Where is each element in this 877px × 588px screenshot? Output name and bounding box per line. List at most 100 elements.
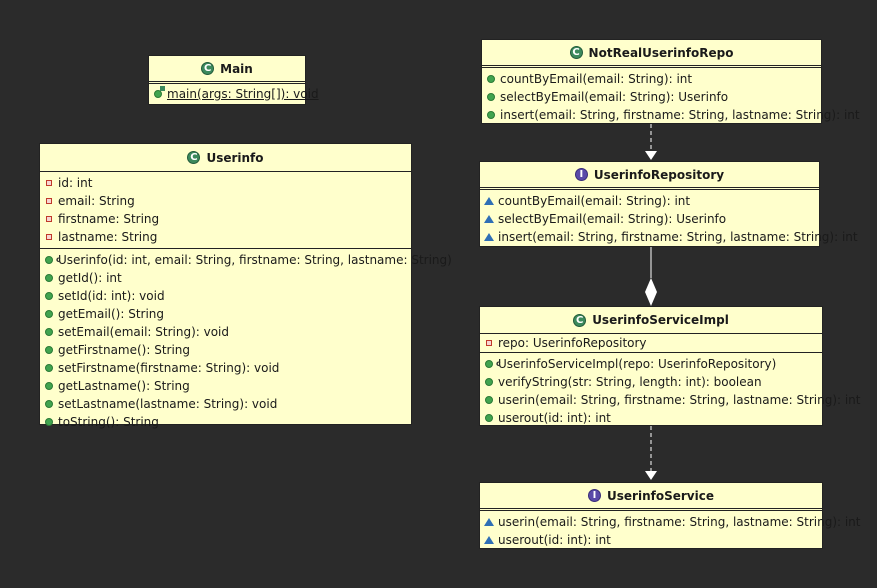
method-signature: verifyString(str: String, length: int): … xyxy=(498,375,762,389)
interface-userinfoservice[interactable]: I UserinfoService userin(email: String, … xyxy=(479,482,861,551)
method-row[interactable]: getLastname(): String xyxy=(40,377,411,395)
abstract-method-icon xyxy=(480,536,498,544)
public-method-icon xyxy=(40,292,58,300)
interface-icon: I xyxy=(588,489,602,502)
abstract-method-icon xyxy=(480,233,498,241)
method-signature: userout(id: int): int xyxy=(498,411,611,425)
method-row[interactable]: selectByEmail(email: String): Userinfo xyxy=(480,210,819,228)
method-signature: countByEmail(email: String): int xyxy=(500,72,693,86)
public-method-icon xyxy=(40,382,58,390)
methods-section: Userinfo(id: int, email: String, firstna… xyxy=(40,249,452,433)
method-signature: countByEmail(email: String): int xyxy=(498,194,691,208)
method-row[interactable]: Userinfo(id: int, email: String, firstna… xyxy=(40,251,452,269)
interface-repository-header: I UserinfoRepository xyxy=(480,162,819,190)
method-row[interactable]: main(args: String[]): void xyxy=(149,85,319,103)
interface-name: UserinfoService xyxy=(607,488,714,503)
public-method-icon xyxy=(480,378,498,386)
method-signature: setId(id: int): void xyxy=(58,289,165,303)
method-row[interactable]: userout(id: int): int xyxy=(480,409,822,427)
field-signature: id: int xyxy=(58,176,93,190)
public-method-icon xyxy=(40,400,58,408)
methods-section: UserinfoServiceImpl(repo: UserinfoReposi… xyxy=(480,353,861,429)
public-method-icon xyxy=(480,396,498,404)
methods-section: main(args: String[]): void xyxy=(149,84,319,105)
method-row[interactable]: countByEmail(email: String): int xyxy=(480,192,819,210)
method-row[interactable]: userin(email: String, firstname: String,… xyxy=(480,391,861,409)
class-userinfo[interactable]: C Userinfo id: int email: String firstna… xyxy=(39,143,452,429)
method-signature: userout(id: int): int xyxy=(498,533,611,547)
public-method-icon xyxy=(482,75,500,83)
interface-service-header: I UserinfoService xyxy=(480,483,822,511)
method-row[interactable]: userout(id: int): int xyxy=(480,531,822,549)
public-method-icon xyxy=(482,93,500,101)
method-signature: insert(email: String, firstname: String,… xyxy=(500,108,860,122)
methods-section: countByEmail(email: String): int selectB… xyxy=(482,68,860,126)
class-name: UserinfoServiceImpl xyxy=(592,313,729,327)
public-method-icon xyxy=(40,346,58,354)
method-row[interactable]: selectByEmail(email: String): Userinfo xyxy=(482,88,821,106)
method-signature: selectByEmail(email: String): Userinfo xyxy=(500,90,729,104)
private-field-icon xyxy=(40,180,58,186)
method-row[interactable]: setEmail(email: String): void xyxy=(40,323,411,341)
public-method-icon xyxy=(480,414,498,422)
public-method-icon xyxy=(40,418,58,426)
method-row[interactable]: toString(): String xyxy=(40,413,411,431)
composition-repository-serviceimpl xyxy=(645,247,657,306)
class-name: NotRealUserinfoRepo xyxy=(588,45,734,60)
method-row[interactable]: insert(email: String, firstname: String,… xyxy=(480,228,858,246)
field-signature: firstname: String xyxy=(58,212,160,226)
method-row[interactable]: setLastname(lastname: String): void xyxy=(40,395,411,413)
method-signature: toString(): String xyxy=(58,415,159,429)
class-serviceimpl-header: C UserinfoServiceImpl xyxy=(480,307,822,334)
method-signature: getFirstname(): String xyxy=(58,343,191,357)
field-row[interactable]: lastname: String xyxy=(40,228,411,246)
class-notreal-header: C NotRealUserinfoRepo xyxy=(482,40,821,68)
method-row[interactable]: getEmail(): String xyxy=(40,305,411,323)
method-row[interactable]: verifyString(str: String, length: int): … xyxy=(480,373,822,391)
field-row[interactable]: repo: UserinfoRepository xyxy=(480,334,822,352)
private-field-icon xyxy=(480,340,498,346)
method-signature: setLastname(lastname: String): void xyxy=(58,397,278,411)
method-row[interactable]: UserinfoServiceImpl(repo: UserinfoReposi… xyxy=(480,355,822,373)
abstract-method-icon xyxy=(480,197,498,205)
field-signature: email: String xyxy=(58,194,135,208)
class-name: Main xyxy=(220,61,253,76)
class-icon: C xyxy=(573,313,587,327)
interface-userinforepository[interactable]: I UserinfoRepository countByEmail(email:… xyxy=(479,161,858,247)
method-row[interactable]: setId(id: int): void xyxy=(40,287,411,305)
method-signature: userin(email: String, firstname: String,… xyxy=(498,393,861,407)
method-signature: userin(email: String, firstname: String,… xyxy=(498,515,861,529)
constructor-icon xyxy=(480,355,501,373)
field-row[interactable]: firstname: String xyxy=(40,210,411,228)
method-signature: insert(email: String, firstname: String,… xyxy=(498,230,858,244)
field-signature: lastname: String xyxy=(58,230,158,244)
public-method-icon xyxy=(40,328,58,336)
method-row[interactable]: userin(email: String, firstname: String,… xyxy=(480,513,861,531)
field-row[interactable]: email: String xyxy=(40,192,411,210)
constructor-icon xyxy=(40,251,61,269)
method-row[interactable]: getId(): int xyxy=(40,269,411,287)
method-signature: Userinfo(id: int, email: String, firstna… xyxy=(58,253,452,267)
private-field-icon xyxy=(40,198,58,204)
class-name: Userinfo xyxy=(206,150,264,165)
interface-icon: I xyxy=(574,168,588,181)
class-userinfo-header: C Userinfo xyxy=(40,144,411,172)
method-signature: getId(): int xyxy=(58,271,122,285)
method-signature: UserinfoServiceImpl(repo: UserinfoReposi… xyxy=(498,357,777,371)
class-userinfoserviceimpl[interactable]: C UserinfoServiceImpl repo: UserinfoRepo… xyxy=(479,306,861,429)
method-row[interactable]: setFirstname(firstname: String): void xyxy=(40,359,411,377)
method-row[interactable]: getFirstname(): String xyxy=(40,341,411,359)
class-notrealuserinforepo[interactable]: C NotRealUserinfoRepo countByEmail(email… xyxy=(481,39,860,126)
method-signature: getLastname(): String xyxy=(58,379,190,393)
method-row[interactable]: countByEmail(email: String): int xyxy=(482,70,821,88)
private-field-icon xyxy=(40,234,58,240)
method-signature: getEmail(): String xyxy=(58,307,165,321)
method-row[interactable]: insert(email: String, firstname: String,… xyxy=(482,106,860,124)
method-signature: setFirstname(firstname: String): void xyxy=(58,361,280,375)
static-method-icon xyxy=(149,86,167,98)
field-row[interactable]: id: int xyxy=(40,174,411,192)
class-main[interactable]: C Main main(args: String[]): void xyxy=(148,55,319,105)
methods-section: userin(email: String, firstname: String,… xyxy=(480,511,861,551)
field-signature: repo: UserinfoRepository xyxy=(498,336,647,350)
interface-name: UserinfoRepository xyxy=(593,167,725,182)
